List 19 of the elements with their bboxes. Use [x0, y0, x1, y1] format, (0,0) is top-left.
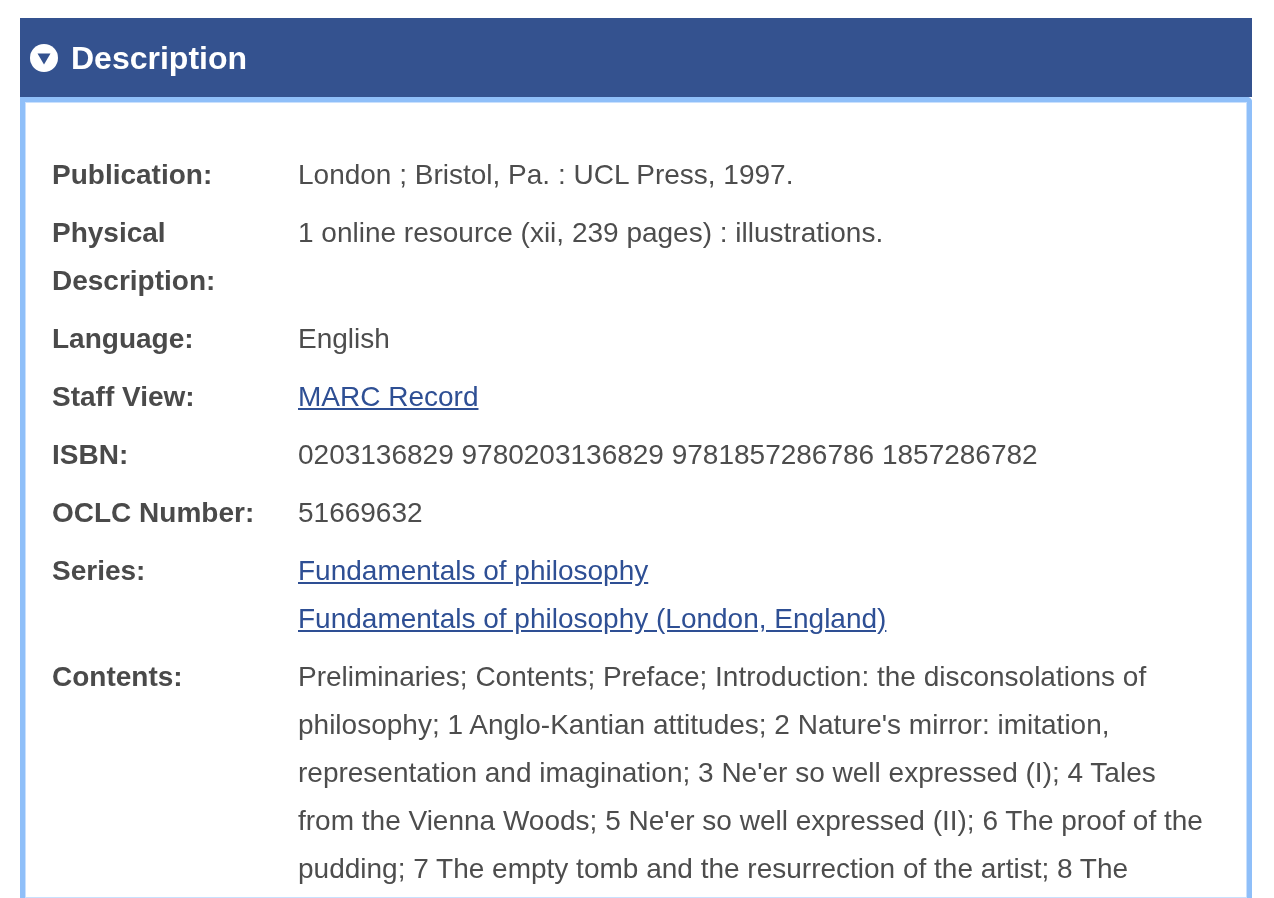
value-link[interactable]: Fundamentals of philosophy — [298, 555, 649, 586]
value-link[interactable]: Fundamentals of philosophy (London, England) — [298, 603, 887, 634]
field-value: 51669632 — [298, 496, 424, 530]
field-label: Series: — [52, 554, 147, 588]
caret-icon[interactable] — [30, 43, 58, 72]
field-label: Staff View: — [52, 380, 196, 414]
field-label: Publication: — [52, 158, 214, 192]
field-value: London ; Bristol, Pa. : UCL Press, 1997. — [298, 158, 795, 192]
field-label: Language: — [52, 322, 195, 356]
field-label: Contents: — [52, 660, 184, 694]
field-label: OCLC Number: — [52, 496, 256, 530]
field-value: English — [298, 322, 391, 356]
field-label: ISBN: — [52, 438, 130, 472]
field-value: 1 online resource (xii, 239 pages) : illustrations. — [298, 216, 885, 250]
field-label: Physical Description: — [52, 216, 217, 298]
section-title: Description — [71, 38, 248, 78]
field-value: Preliminaries; Contents; Preface; Introduction: the disconsolations of philosophy; 1 Anglo-Kantian attitudes; 2 Nature's mirror: imitation, representation and imagination; 3 Ne'er so well expressed (I); 4 Tales from the Vienna Woods; 5 Ne'er so well expressed (II); 6 The proof of the pudding; 7 The empty tomb and the resurrection of the artist; 8 The — [298, 660, 1204, 886]
value-link[interactable]: MARC Record — [298, 381, 479, 412]
field-value: 0203136829 9780203136829 9781857286786 1857286782 — [298, 438, 1039, 472]
